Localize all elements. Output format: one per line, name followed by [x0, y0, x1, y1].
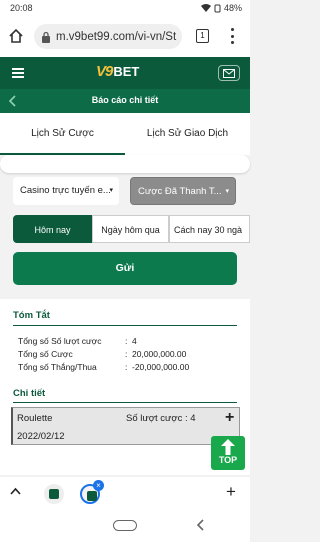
arrow-up-icon: [221, 439, 235, 455]
back-to-top-label: TOP: [218, 455, 238, 465]
date-range-strip[interactable]: [0, 155, 250, 173]
summary-label: Tổng số Số lượt cược: [18, 336, 102, 346]
nav-back-icon[interactable]: [196, 519, 204, 531]
summary-label: Tổng số Thắng/Thua: [18, 362, 97, 372]
period-yesterday[interactable]: Ngày hôm qua: [92, 215, 169, 243]
status-icons: 48%: [200, 3, 242, 13]
detail-date: 2022/02/12: [17, 431, 65, 442]
summary-value: -20,000,000.00: [132, 362, 190, 372]
chevron-down-icon: ▾: [109, 187, 113, 194]
tab-bet-history[interactable]: Lịch Sử Cược: [0, 113, 125, 155]
close-tab-icon[interactable]: ×: [93, 480, 104, 491]
battery-level: 48%: [223, 3, 242, 13]
back-to-top-button[interactable]: TOP: [211, 436, 245, 470]
status-select[interactable]: Cược Đã Thanh T... ▾: [130, 177, 236, 205]
browser-tab-thumbnail[interactable]: [44, 484, 64, 504]
browser-menu-icon[interactable]: [230, 28, 234, 44]
chevron-down-icon: ▾: [225, 188, 229, 195]
summary-colon: :: [125, 336, 128, 346]
status-bar: 20:08 48%: [0, 0, 250, 17]
summary-value: 20,000,000.00: [132, 349, 187, 359]
summary-colon: :: [125, 349, 128, 359]
tab-switcher-button[interactable]: 1: [196, 29, 209, 43]
system-nav-bar: [0, 509, 250, 542]
summary-title: Tóm Tắt: [13, 310, 50, 321]
home-icon[interactable]: [9, 29, 23, 43]
hamburger-menu-icon[interactable]: [12, 68, 24, 78]
url-text: m.v9bet99.com/vi-vn/St: [56, 30, 177, 43]
site-favicon-icon: [49, 489, 59, 499]
app-header: V9 BET: [0, 57, 250, 89]
detail-card[interactable]: Roulette Số lượt cược : 4 2022/02/12 +: [11, 407, 240, 445]
sub-header: Báo cáo chi tiết: [0, 89, 250, 113]
period-today[interactable]: Hôm nay: [13, 215, 92, 243]
summary-colon: :: [125, 362, 128, 372]
nav-home-icon[interactable]: [113, 520, 137, 531]
product-select-value: Casino trực tuyến e...: [20, 185, 111, 196]
period-30-days[interactable]: Cách nay 30 ngà: [169, 215, 250, 243]
detail-bet-count: Số lượt cược : 4: [126, 413, 196, 424]
address-bar[interactable]: m.v9bet99.com/vi-vn/St: [34, 24, 182, 49]
lock-icon: [42, 31, 50, 43]
mail-icon: [223, 69, 235, 78]
status-select-value: Cược Đã Thanh T...: [138, 186, 222, 197]
logo-bet: BET: [113, 64, 140, 79]
new-tab-plus-icon[interactable]: +: [226, 482, 236, 502]
browser-tab-bar: × +: [0, 477, 250, 509]
browser-toolbar: m.v9bet99.com/vi-vn/St 1: [0, 17, 250, 57]
mute-icon: [214, 4, 221, 12]
browser-tab-thumbnail-active[interactable]: ×: [80, 480, 104, 504]
product-select[interactable]: Casino trực tuyến e... ▾: [13, 177, 119, 205]
tab-transaction-history[interactable]: Lịch Sử Giao Dịch: [125, 113, 250, 155]
detail-game: Roulette: [17, 413, 53, 424]
summary-value: 4: [132, 336, 137, 346]
summary-divider: [13, 325, 237, 326]
detail-divider: [13, 402, 237, 403]
detail-title: Chi tiết: [13, 388, 46, 399]
chevron-up-icon[interactable]: [10, 487, 21, 495]
logo-v9: V9: [96, 63, 113, 80]
summary-label: Tổng số Cược: [18, 349, 73, 359]
site-favicon-icon: [87, 491, 97, 501]
brand-logo[interactable]: V9 BET: [96, 63, 139, 80]
mail-button[interactable]: [218, 65, 240, 81]
wifi-icon: [200, 4, 211, 12]
period-selector: Hôm nay Ngày hôm qua Cách nay 30 ngà: [13, 215, 250, 243]
submit-button[interactable]: Gửi: [13, 252, 237, 285]
history-tabs: Lịch Sử Cược Lịch Sử Giao Dịch: [0, 113, 250, 155]
expand-plus-icon[interactable]: +: [225, 409, 234, 427]
status-time: 20:08: [10, 3, 33, 13]
page-title: Báo cáo chi tiết: [91, 95, 159, 105]
